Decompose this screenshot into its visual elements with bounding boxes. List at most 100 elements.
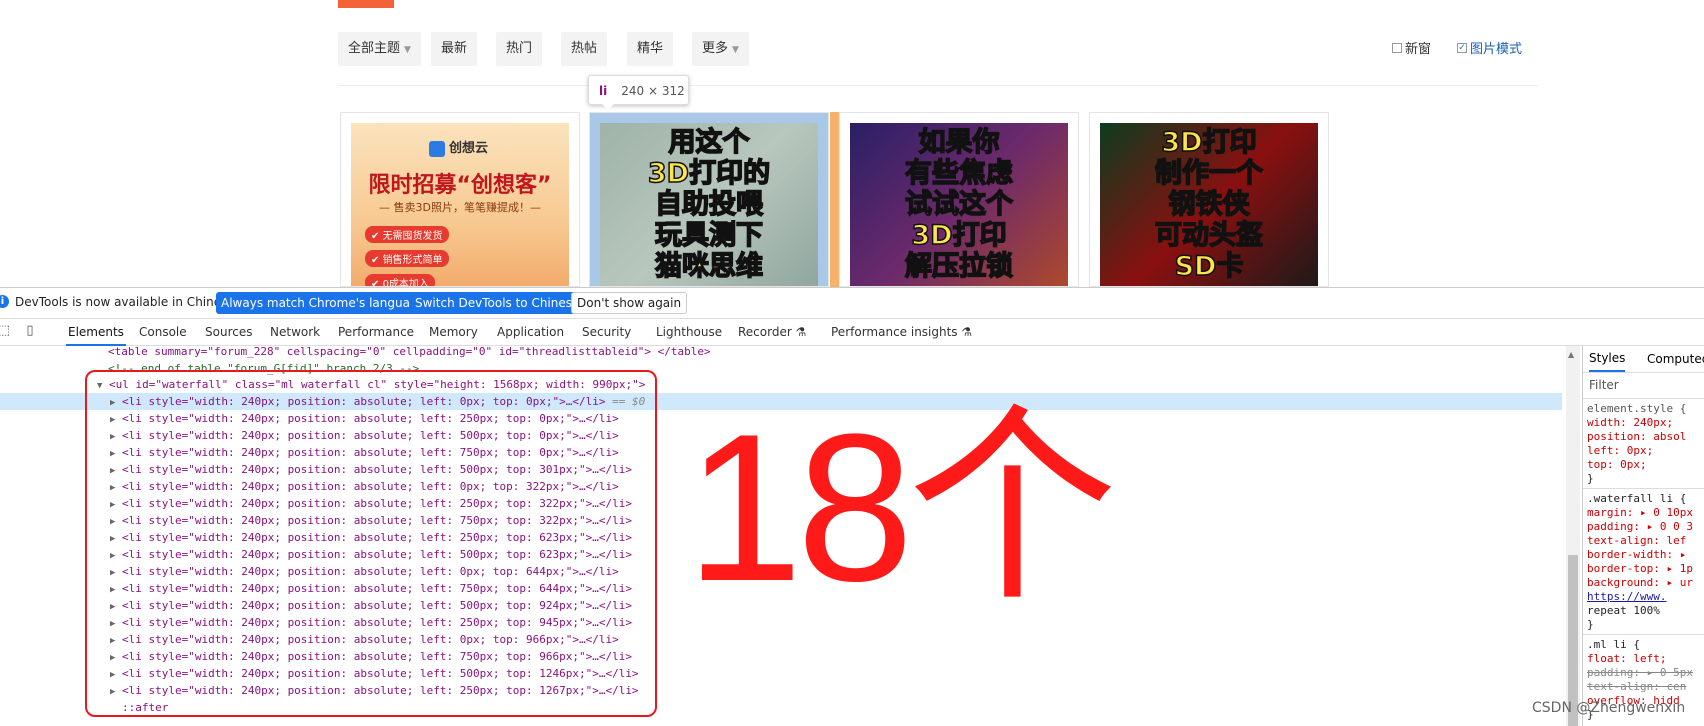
dom-node-text: <table summary="forum_228" cellspacing="… — [108, 346, 711, 358]
divider — [1583, 488, 1704, 489]
divider — [338, 85, 1538, 86]
checkbox-checked-icon: ✓ — [1457, 42, 1467, 53]
styles-tabbar: Styles Computed — [1583, 346, 1704, 373]
tab-styles[interactable]: Styles — [1589, 346, 1626, 372]
dont-show-again-button[interactable]: Don't show again — [571, 292, 688, 314]
css-value: repeat 100% — [1587, 604, 1660, 617]
thumb-caption: SD卡 — [1174, 250, 1244, 283]
thread-card[interactable]: 创想云 限时招募“创想客” — 售卖3D照片，笔笔赚提成！— ✔ 无需囤货发货 … — [340, 112, 580, 287]
tab-memory[interactable]: Memory — [427, 319, 480, 346]
tab-performance[interactable]: Performance — [336, 319, 416, 346]
tab-network[interactable]: Network — [268, 319, 322, 346]
tab-security[interactable]: Security — [580, 319, 633, 346]
thumb-caption: 用这个 — [668, 126, 751, 159]
tooltip-tag: li — [599, 84, 608, 98]
css-property[interactable]: background: ▸ ur — [1587, 576, 1693, 590]
css-property-overridden[interactable]: padding: ▸ 0 5px — [1587, 666, 1693, 680]
inspect-icon[interactable]: ⬚ — [0, 324, 11, 338]
highlight-margin — [830, 112, 839, 287]
thumb-caption: 3D打印 — [911, 219, 1008, 252]
css-property[interactable]: position: absol — [1587, 430, 1686, 444]
thumb-caption: 解压拉锁 — [904, 250, 1014, 283]
dom-node[interactable]: <table summary="forum_228" cellspacing="… — [0, 346, 1562, 360]
css-property[interactable]: top: 0px; — [1587, 458, 1647, 472]
thumb-caption: 猫咪思维 — [654, 250, 764, 283]
tab-sources[interactable]: Sources — [203, 319, 254, 346]
css-property[interactable]: margin: ▸ 0 10px — [1587, 506, 1693, 520]
thread-card-highlighted[interactable]: 用这个 3D打印的 自助投喂 玩具测下 猫咪思维 — [589, 112, 829, 287]
infobar-message: DevTools is now available in Chinese! — [15, 295, 240, 309]
brand-bar — [338, 0, 394, 8]
thread-thumbnail[interactable]: 3D打印 制作一个 钢铁侠 可动头盔 SD卡 — [1100, 123, 1318, 286]
thread-thumbnail[interactable]: 如果你 有些焦虑 试试这个 3D打印 解压拉锁 — [850, 123, 1068, 286]
thumb-caption: 自助投喂 — [654, 188, 764, 221]
filter-more[interactable]: 更多 ▼ — [692, 32, 749, 66]
css-brace: } — [1587, 618, 1594, 631]
css-property[interactable]: text-align: lef — [1587, 534, 1686, 548]
chevron-down-icon: ▼ — [732, 45, 739, 55]
tooltip-arrow — [602, 104, 614, 110]
thumb-bullet: ✔ 销售形式简单 — [365, 250, 449, 267]
thumb-subtitle: — 售卖3D照片，笔笔赚提成！— — [379, 201, 541, 214]
css-brace: } — [1587, 472, 1594, 485]
css-selector: element.style { — [1587, 402, 1687, 415]
device-toolbar-icon[interactable]: ▯ — [23, 324, 37, 338]
css-property-overridden[interactable]: text-align: cen — [1587, 680, 1686, 694]
chevron-down-icon: ▼ — [404, 45, 411, 55]
css-property[interactable]: padding: ▸ 0 0 3 — [1587, 520, 1693, 534]
tab-console[interactable]: Console — [137, 319, 189, 346]
inspect-tooltip: li 240 × 312 — [588, 75, 689, 105]
thumb-caption: 制作一个 — [1154, 157, 1264, 190]
thumb-bullet: ✔ 无需囤货发货 — [365, 226, 449, 243]
css-property[interactable]: left: 0px; — [1587, 444, 1653, 458]
annotation-count: 18个 — [686, 390, 1118, 625]
thumb-caption: 3D打印的 — [647, 157, 771, 190]
thumb-caption: 3D打印 — [1161, 126, 1258, 159]
thumb-caption: 玩具测下 — [654, 219, 764, 252]
tooltip-size: 240 × 312 — [621, 84, 685, 98]
styles-filter-input[interactable]: Filter — [1589, 378, 1619, 392]
match-language-button[interactable]: Always match Chrome's language — [216, 292, 430, 314]
styles-pane: Styles Computed Filter element.style { w… — [1582, 346, 1704, 726]
thread-thumbnail[interactable]: 创想云 限时招募“创想客” — 售卖3D照片，笔笔赚提成！— ✔ 无需囤货发货 … — [351, 123, 569, 286]
annotation-highlight-box — [85, 370, 657, 717]
thumb-title: 限时招募“创想客” — [368, 173, 552, 198]
tab-recorder[interactable]: Recorder ⚗ — [736, 319, 808, 346]
tab-performance-insights[interactable]: Performance insights ⚗ — [829, 319, 974, 346]
image-mode-checkbox[interactable]: ✓ 图片模式 — [1457, 38, 1522, 57]
thumb-header: 创想云 — [429, 137, 488, 157]
filter-all-topics[interactable]: 全部主题 ▼ — [338, 32, 421, 66]
css-property[interactable]: border-top: ▸ 1p — [1587, 562, 1693, 576]
thread-thumbnail[interactable]: 用这个 3D打印的 自助投喂 玩具测下 猫咪思维 — [600, 123, 818, 286]
new-window-checkbox[interactable]: 新窗 — [1392, 38, 1431, 57]
css-property[interactable]: float: left; — [1587, 652, 1666, 666]
divider — [1583, 634, 1704, 635]
thumb-bullet: ✔ 0成本加入 — [365, 274, 435, 286]
thread-card[interactable]: 如果你 有些焦虑 试试这个 3D打印 解压拉锁 — [839, 112, 1079, 287]
thread-card[interactable]: 3D打印 制作一个 钢铁侠 可动头盔 SD卡 — [1089, 112, 1329, 287]
css-property[interactable]: border-width: ▸ — [1587, 548, 1686, 562]
css-selector: .ml li { — [1587, 638, 1640, 651]
css-property[interactable]: width: 240px; — [1587, 416, 1673, 430]
scroll-up-icon[interactable]: ▲ — [1568, 350, 1574, 359]
watermark: CSDN @Zhengwenxin — [1532, 700, 1686, 716]
tab-application[interactable]: Application — [495, 319, 566, 346]
switch-chinese-button[interactable]: Switch DevTools to Chinese — [410, 292, 585, 314]
filter-latest[interactable]: 最新 — [431, 32, 478, 66]
divider — [1583, 398, 1704, 399]
thumb-caption: 有些焦虑 — [904, 157, 1014, 190]
thumb-caption: 可动头盔 — [1154, 219, 1264, 252]
checkbox-icon — [1392, 42, 1402, 53]
filter-hot[interactable]: 热门 — [496, 32, 543, 66]
thumb-caption: 钢铁侠 — [1168, 188, 1251, 221]
logo-icon — [429, 140, 445, 157]
tab-elements[interactable]: Elements — [66, 319, 126, 346]
thumb-caption: 如果你 — [918, 126, 1001, 159]
thumb-caption: 试试这个 — [904, 188, 1014, 221]
filter-hot-threads[interactable]: 热帖 — [561, 32, 608, 66]
css-selector: .waterfall li { — [1587, 492, 1687, 505]
css-url-link[interactable]: https://www. — [1587, 590, 1666, 604]
filter-featured[interactable]: 精华 — [627, 32, 674, 66]
tab-computed[interactable]: Computed — [1647, 346, 1704, 372]
tab-lighthouse[interactable]: Lighthouse — [654, 319, 724, 346]
